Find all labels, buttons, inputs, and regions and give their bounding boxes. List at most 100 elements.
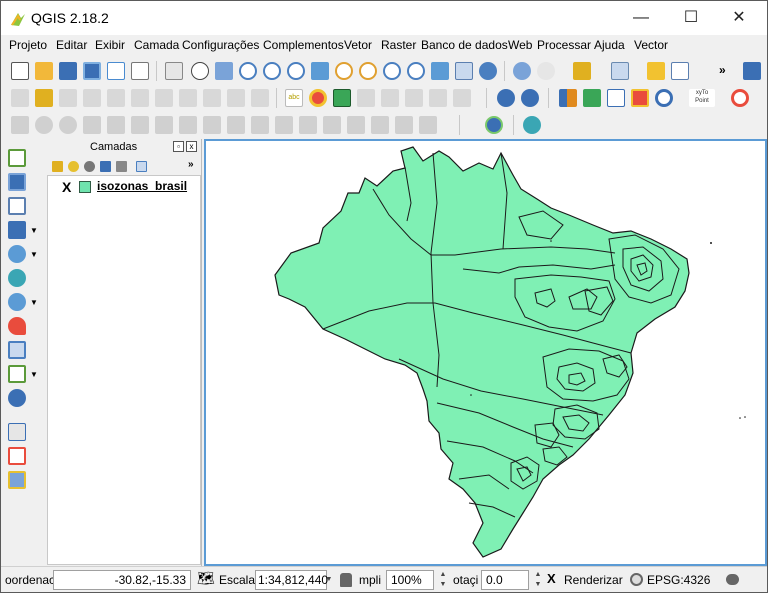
menu-complementos[interactable]: Complementos — [263, 38, 344, 52]
split-parts-icon[interactable] — [323, 116, 341, 134]
close-button[interactable]: ✕ — [719, 5, 759, 31]
gps-icon[interactable] — [485, 116, 503, 134]
open-styling-icon[interactable] — [52, 161, 63, 172]
delete-ring-icon[interactable] — [203, 116, 221, 134]
copy-features-icon[interactable] — [227, 89, 245, 107]
minimize-button[interactable]: — — [621, 5, 661, 31]
diagram-icon[interactable] — [309, 89, 327, 107]
add-part-icon[interactable] — [155, 116, 173, 134]
magnifier-field[interactable]: 100% — [386, 570, 434, 590]
menu-ajuda[interactable]: Ajuda — [594, 38, 625, 52]
current-edits-icon[interactable] — [11, 89, 29, 107]
show-bookmarks-icon[interactable] — [455, 62, 473, 80]
menu-camada[interactable]: Camada — [134, 38, 179, 52]
crs-globe-icon[interactable] — [630, 573, 643, 586]
delete-selected-icon[interactable] — [179, 89, 197, 107]
rotation-spinner-icon[interactable]: ▲ ▼ — [533, 570, 543, 590]
zoom-in-icon[interactable] — [239, 62, 257, 80]
add-delimited-text-icon[interactable] — [8, 317, 26, 335]
coordinate-field[interactable]: -30.82,-15.33 — [53, 570, 191, 590]
crs-status[interactable]: EPSG:4326 — [647, 573, 710, 587]
add-raster-layer-icon[interactable] — [8, 173, 26, 191]
python-console-icon[interactable] — [559, 89, 577, 107]
float-panel-icon[interactable]: ▫ — [173, 141, 184, 152]
menu-editar[interactable]: Editar — [56, 38, 87, 52]
open-project-icon[interactable] — [35, 62, 53, 80]
new-bookmark-icon[interactable] — [431, 62, 449, 80]
menu-vetor[interactable]: Vetor — [344, 38, 372, 52]
add-db2-layer-icon[interactable] — [8, 447, 26, 465]
layer-visibility-checkbox[interactable]: X — [62, 179, 71, 195]
highlight-pinned-labels-icon[interactable] — [333, 89, 351, 107]
lock-scale-icon[interactable] — [340, 573, 352, 587]
zoom-out-icon[interactable] — [263, 62, 281, 80]
select-features-icon[interactable] — [573, 62, 591, 80]
georeferencer-icon[interactable] — [583, 89, 601, 107]
expand-all-icon[interactable] — [136, 161, 147, 172]
identify-dropdown-icon[interactable] — [537, 62, 555, 80]
scale-dropdown-icon[interactable]: ▼ — [324, 575, 334, 593]
add-vector-layer-icon[interactable] — [8, 149, 26, 167]
zoom-to-layer-icon[interactable] — [359, 62, 377, 80]
menu-vector[interactable]: Vector — [634, 38, 668, 52]
node-tool-icon[interactable] — [155, 89, 173, 107]
rotation-field[interactable]: 0.0 — [481, 570, 529, 590]
labeling-icon[interactable]: abc — [285, 89, 303, 107]
redo-icon[interactable] — [35, 116, 53, 134]
measure-icon[interactable] — [497, 89, 515, 107]
undo-icon[interactable] — [655, 89, 673, 107]
merge-features-icon[interactable] — [347, 116, 365, 134]
merge-attributes-icon[interactable] — [371, 116, 389, 134]
pan-map-icon[interactable] — [191, 62, 209, 80]
toggle-editing-icon[interactable] — [35, 89, 53, 107]
menu-web[interactable]: Web — [508, 38, 532, 52]
zoom-to-selection-icon[interactable] — [335, 62, 353, 80]
add-ring-icon[interactable] — [131, 116, 149, 134]
wfs-dropdown-icon[interactable]: ▼ — [30, 298, 38, 307]
menu-projeto[interactable]: Projeto — [9, 38, 47, 52]
cut-features-icon[interactable] — [203, 89, 221, 107]
add-wfs-layer-icon[interactable] — [8, 293, 26, 311]
map-canvas[interactable] — [204, 139, 767, 566]
touch-zoom-icon[interactable] — [165, 62, 183, 80]
openlayers-icon[interactable] — [731, 89, 749, 107]
menu-exibir[interactable]: Exibir — [95, 38, 125, 52]
plugin-map-icon[interactable] — [631, 89, 649, 107]
add-mssql-layer-icon[interactable] — [8, 423, 26, 441]
postgis-dropdown-icon[interactable]: ▼ — [30, 226, 38, 235]
new-shapefile-icon[interactable] — [8, 365, 26, 383]
layers-toolbar-overflow[interactable]: » — [188, 159, 194, 170]
show-hide-labels-icon[interactable] — [381, 89, 399, 107]
save-as-icon[interactable] — [83, 62, 101, 80]
reshape-features-icon[interactable] — [251, 116, 269, 134]
add-group-icon[interactable] — [68, 161, 79, 172]
measure-area-icon[interactable] — [521, 89, 539, 107]
rotate-feature-icon[interactable] — [83, 116, 101, 134]
fill-ring-icon[interactable] — [179, 116, 197, 134]
add-wcs-layer-icon[interactable] — [8, 269, 26, 287]
refresh-icon[interactable] — [479, 62, 497, 80]
menu-configuracoes[interactable]: Configurações — [182, 38, 259, 52]
zoom-last-icon[interactable] — [383, 62, 401, 80]
move-label-icon[interactable] — [405, 89, 423, 107]
move-feature-icon[interactable] — [131, 89, 149, 107]
help-icon[interactable] — [743, 62, 761, 80]
menu-banco-de-dados[interactable]: Banco de dados — [421, 38, 508, 52]
zoom-full-icon[interactable] — [311, 62, 329, 80]
delete-part-icon[interactable] — [227, 116, 245, 134]
toggle-extents-icon[interactable]: 🗺 — [197, 570, 215, 587]
new-project-icon[interactable] — [11, 62, 29, 80]
paste-features-icon[interactable] — [251, 89, 269, 107]
rotate-point-symbols-icon[interactable] — [395, 116, 413, 134]
close-panel-button[interactable]: x — [186, 141, 197, 152]
composer-manager-icon[interactable] — [131, 62, 149, 80]
add-feature-icon[interactable] — [83, 89, 101, 107]
tracing-icon[interactable] — [419, 116, 437, 134]
maximize-button[interactable]: ☐ — [671, 5, 711, 31]
magnifier-spinner-icon[interactable]: ▲ ▼ — [438, 570, 448, 590]
render-checkbox[interactable]: X — [547, 571, 556, 586]
menu-processar[interactable]: Processar — [537, 38, 591, 52]
messages-icon[interactable] — [726, 574, 739, 585]
simplify-feature-icon[interactable] — [107, 116, 125, 134]
identify-features-icon[interactable] — [513, 62, 531, 80]
